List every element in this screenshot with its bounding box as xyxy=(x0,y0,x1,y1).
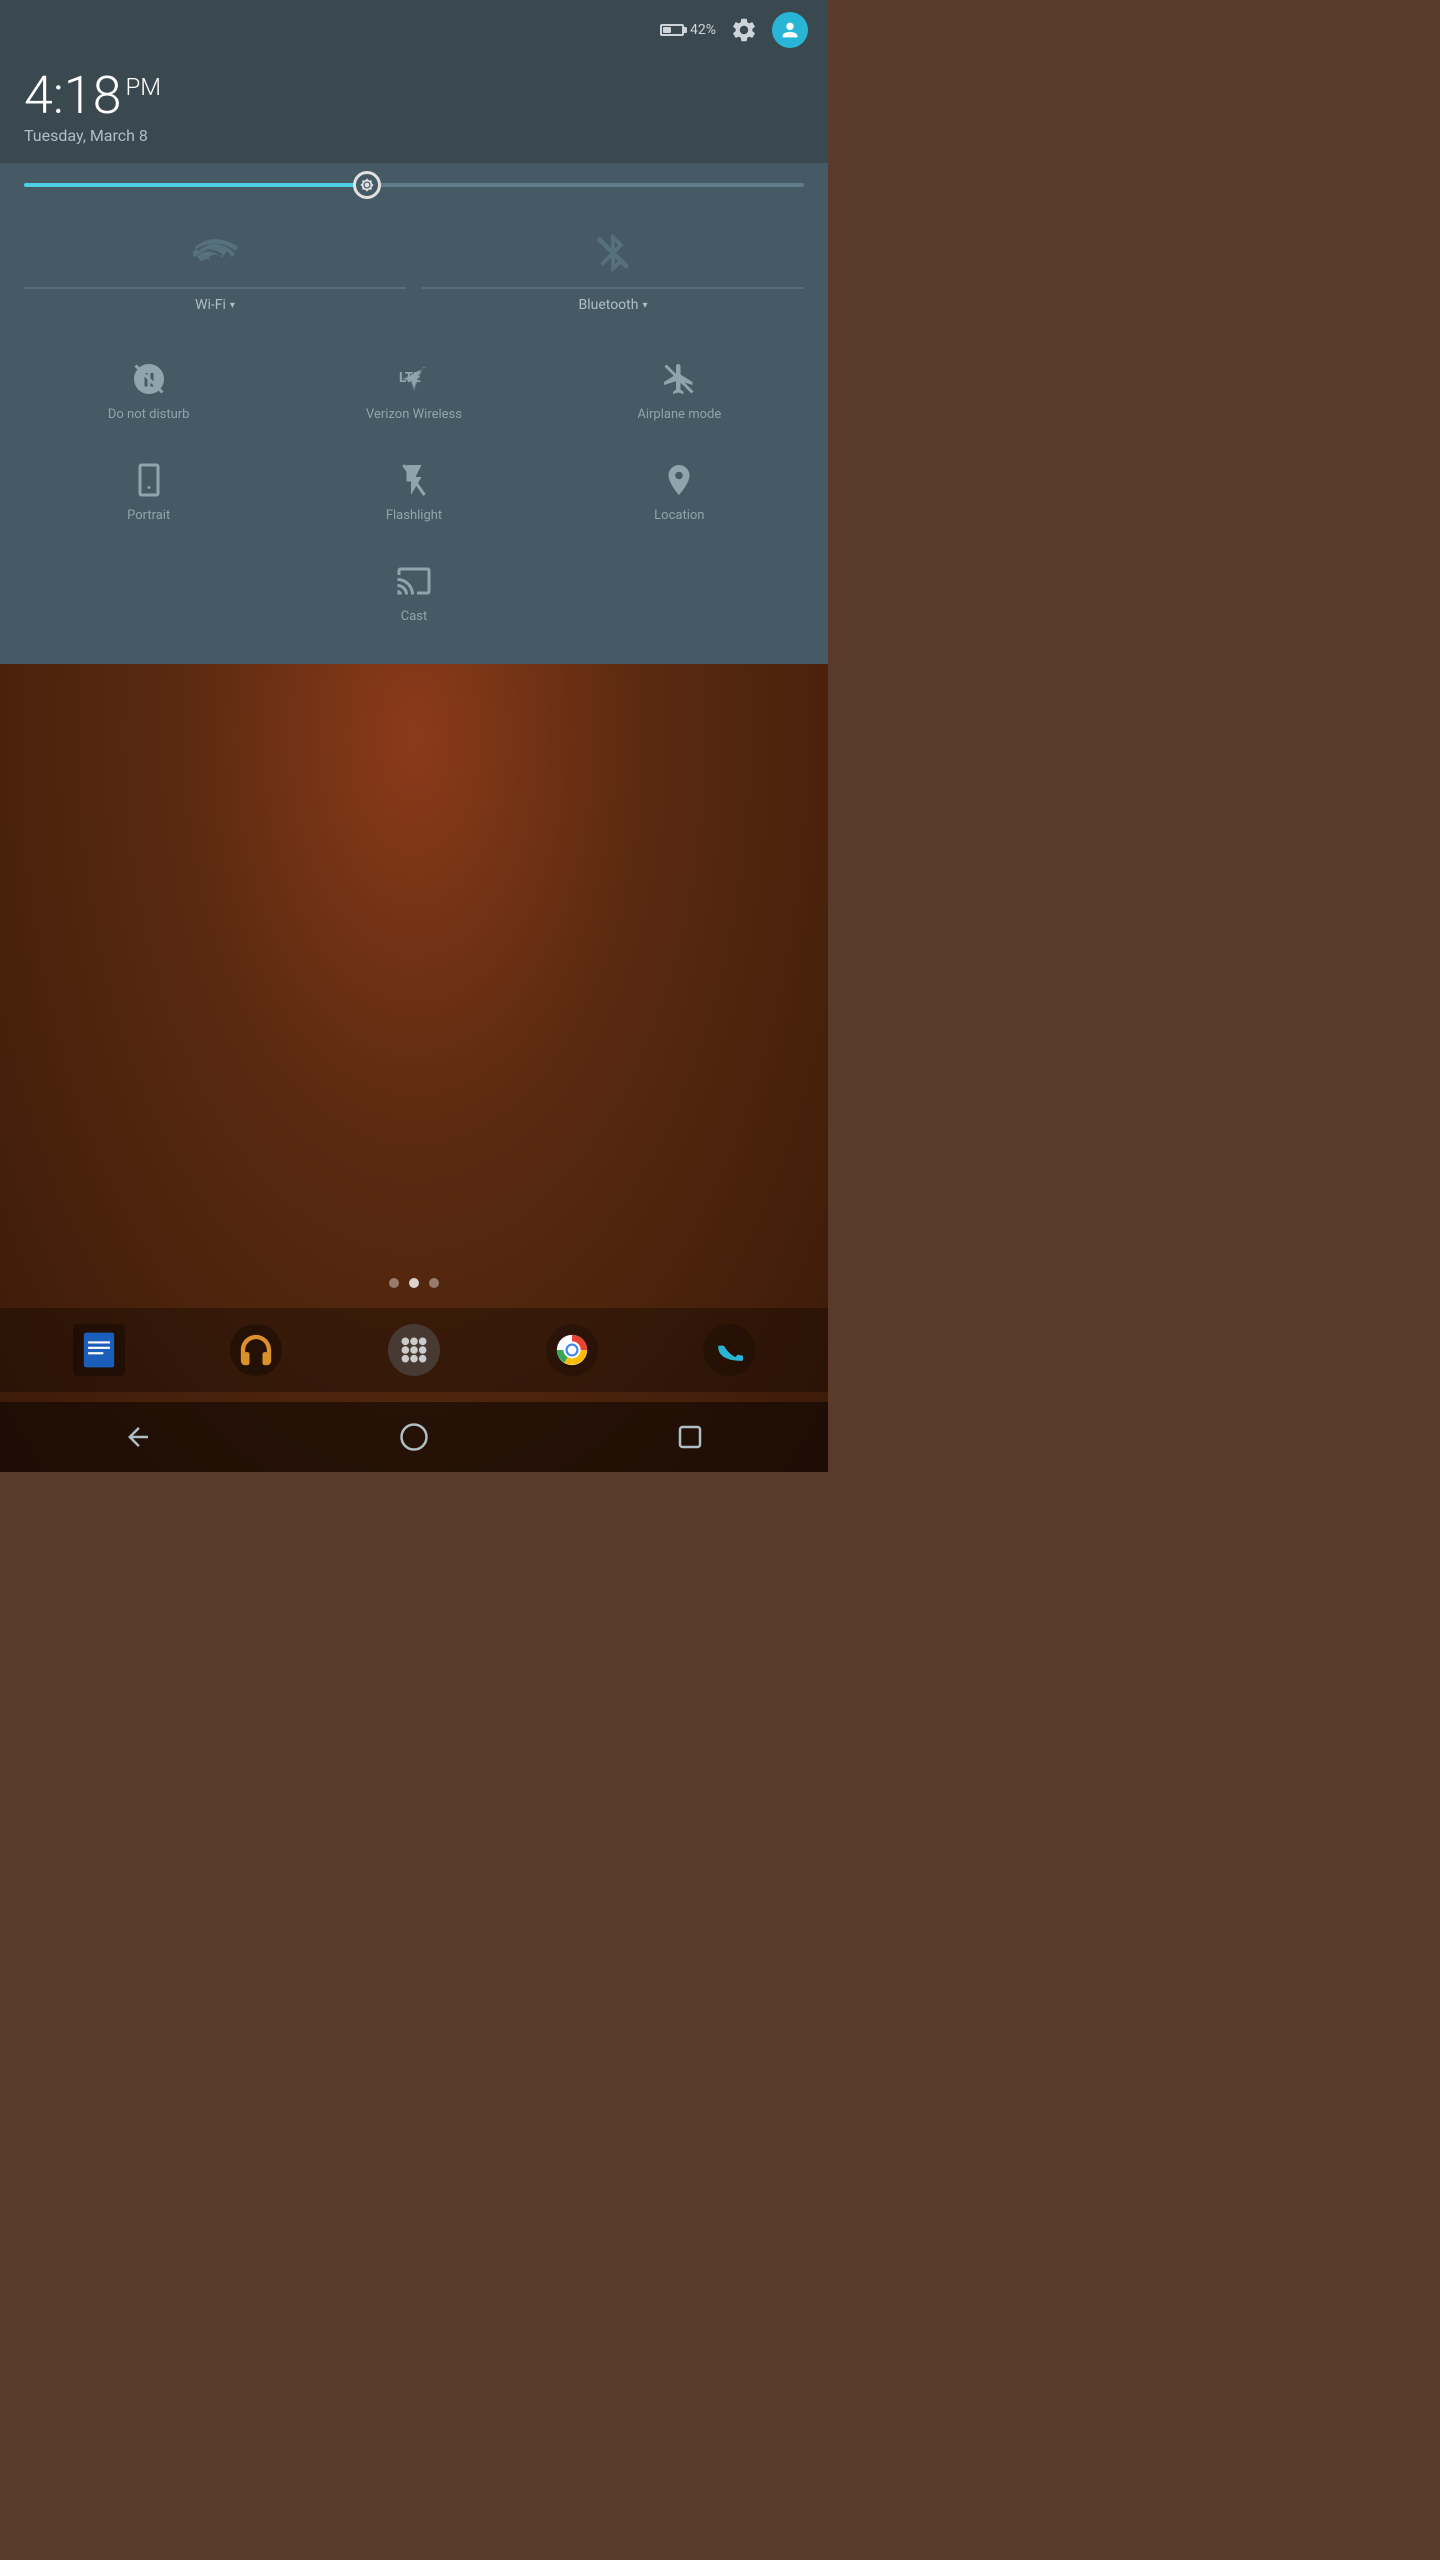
portrait-label: Portrait xyxy=(127,508,170,523)
brightness-slider[interactable] xyxy=(24,183,804,187)
bluetooth-icon-area xyxy=(587,227,639,279)
brightness-filled xyxy=(24,183,367,187)
location-icon xyxy=(661,462,697,498)
time-display: 4:18PM xyxy=(24,70,804,122)
quick-settings-panel: Wi-Fi ▾ Bluetooth ▾ xyxy=(0,163,828,664)
user-avatar[interactable] xyxy=(772,12,808,48)
cast-tile[interactable]: Cast xyxy=(281,547,546,640)
bluetooth-toggle[interactable]: Bluetooth ▾ xyxy=(414,215,812,329)
brightness-thumb[interactable] xyxy=(353,171,381,199)
cast-label: Cast xyxy=(401,609,428,624)
airplane-mode-tile[interactable]: Airplane mode xyxy=(547,345,812,438)
cast-row: Cast xyxy=(16,547,812,640)
home-screen-bottom xyxy=(0,1278,828,1392)
page-dot-2 xyxy=(409,1278,419,1288)
time-value: 4:18 xyxy=(24,65,121,126)
verizon-wireless-label: Verizon Wireless xyxy=(366,407,462,422)
time-date-section: 4:18PM Tuesday, March 8 xyxy=(0,56,828,163)
notification-shade: 42% 4:18PM Tuesday, March 8 xyxy=(0,0,828,664)
cast-icon xyxy=(396,563,432,599)
wifi-label-row: Wi-Fi ▾ xyxy=(195,297,235,313)
wifi-toggle[interactable]: Wi-Fi ▾ xyxy=(16,215,414,329)
small-tiles-row-2: Portrait Flashlight L xyxy=(16,446,812,539)
date-display: Tuesday, March 8 xyxy=(24,126,804,145)
time-period: PM xyxy=(125,73,161,101)
phone-dock-icon[interactable] xyxy=(699,1320,759,1380)
wifi-divider xyxy=(24,287,406,289)
wifi-label: Wi-Fi xyxy=(195,297,226,313)
flashlight-icon xyxy=(396,462,432,498)
do-not-disturb-label: Do not disturb xyxy=(108,407,190,422)
location-label: Location xyxy=(654,508,704,523)
flashlight-label: Flashlight xyxy=(386,508,442,523)
recents-button[interactable] xyxy=(670,1417,710,1457)
airplane-mode-label: Airplane mode xyxy=(637,407,721,422)
main-toggle-row: Wi-Fi ▾ Bluetooth ▾ xyxy=(16,215,812,329)
location-tile[interactable]: Location xyxy=(547,446,812,539)
verizon-wireless-tile[interactable]: LTE Verizon Wireless xyxy=(281,345,546,438)
navigation-bar xyxy=(0,1402,828,1472)
home-button[interactable] xyxy=(394,1417,434,1457)
settings-icon[interactable] xyxy=(730,16,758,44)
battery-icon xyxy=(660,24,684,36)
small-tiles-row-1: Do not disturb LTE Verizon Wireless xyxy=(16,345,812,438)
chrome-dock-icon[interactable] xyxy=(542,1320,602,1380)
headphones-dock-icon[interactable] xyxy=(226,1320,286,1380)
airplane-mode-icon xyxy=(661,361,697,397)
flashlight-tile[interactable]: Flashlight xyxy=(281,446,546,539)
page-indicators xyxy=(0,1278,828,1288)
bluetooth-label-row: Bluetooth ▾ xyxy=(578,297,647,313)
wifi-icon-area xyxy=(189,227,241,279)
bluetooth-label: Bluetooth xyxy=(578,297,638,313)
battery-indicator: 42% xyxy=(660,22,716,38)
page-dot-3 xyxy=(429,1278,439,1288)
do-not-disturb-icon xyxy=(131,361,167,397)
back-button[interactable] xyxy=(118,1417,158,1457)
page-dot-1 xyxy=(389,1278,399,1288)
brightness-row[interactable] xyxy=(16,183,812,187)
portrait-tile[interactable]: Portrait xyxy=(16,446,281,539)
do-not-disturb-tile[interactable]: Do not disturb xyxy=(16,345,281,438)
portrait-icon xyxy=(131,462,167,498)
battery-percentage: 42% xyxy=(690,22,716,38)
app-drawer-dock-icon[interactable] xyxy=(384,1320,444,1380)
google-docs-dock-icon[interactable] xyxy=(69,1320,129,1380)
wifi-dropdown-arrow[interactable]: ▾ xyxy=(230,300,235,311)
verizon-wireless-icon: LTE xyxy=(396,361,432,397)
app-dock xyxy=(0,1308,828,1392)
bluetooth-divider xyxy=(422,287,804,289)
status-bar: 42% xyxy=(0,0,828,56)
bluetooth-dropdown-arrow[interactable]: ▾ xyxy=(642,300,647,311)
